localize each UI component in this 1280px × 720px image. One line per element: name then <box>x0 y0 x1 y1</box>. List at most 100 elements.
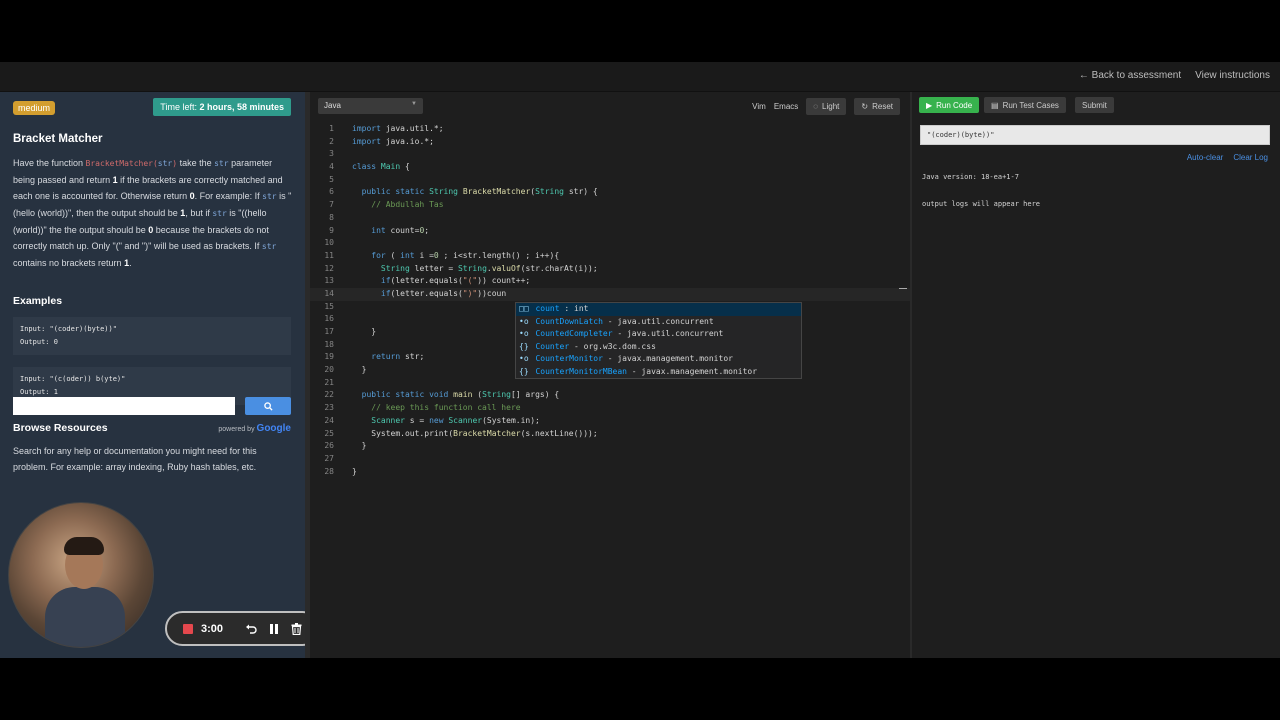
reset-button[interactable]: ↻ Reset <box>854 98 900 115</box>
line-number: 14 <box>324 288 334 298</box>
line-number: 17 <box>324 327 334 336</box>
code-line: 25 System.out.print(BracketMatcher(s.nex… <box>310 428 910 441</box>
view-instructions-link[interactable]: View instructions <box>1195 70 1270 81</box>
line-number: 5 <box>329 174 334 184</box>
auto-clear-link[interactable]: Auto-clear <box>1187 153 1223 162</box>
video-letterbox-top <box>0 0 1280 62</box>
autocomplete-item[interactable]: {} Counter - org.w3c.dom.css <box>516 341 801 354</box>
time-left-label: Time left: <box>160 102 200 112</box>
autocomplete-detail: : int <box>559 304 589 313</box>
autocomplete-item[interactable]: •o CountedCompleter - java.util.concurre… <box>516 328 801 341</box>
arg-code: str <box>262 192 277 201</box>
autocomplete-name: CounterMonitorMBean <box>535 366 627 376</box>
vim-mode-button[interactable]: Vim <box>752 102 766 111</box>
code-line: 5 <box>310 174 910 187</box>
submit-button[interactable]: Submit <box>1075 97 1114 113</box>
autocomplete-detail: - java.util.concurrent <box>612 329 724 338</box>
arg-code: str <box>214 159 229 168</box>
code-line: 4 class Main { <box>310 161 910 174</box>
autocomplete-detail: - javax.management.monitor <box>626 366 758 376</box>
pause-icon[interactable] <box>269 623 279 635</box>
webcam-avatar <box>8 502 154 648</box>
java-version-text: Java version: 18-ea+1-7 <box>922 173 1019 181</box>
browse-resources-heading: Browse Resources <box>13 422 108 434</box>
line-number: 28 <box>324 466 334 476</box>
autocomplete-detail: - java.util.concurrent <box>602 316 714 326</box>
line-number: 7 <box>329 200 334 210</box>
back-to-assessment-link[interactable]: ← Back to assessment <box>1079 70 1181 81</box>
line-number: 12 <box>324 263 334 273</box>
arg-code: str <box>261 242 277 251</box>
video-letterbox-bottom <box>0 658 1280 720</box>
run-code-button[interactable]: ▶ Run Code <box>919 97 980 113</box>
desc-text: Have the function <box>13 158 86 168</box>
code-line: 28} <box>310 466 910 479</box>
code-line: 9 int count=0; <box>310 225 910 238</box>
code-line: 13 if(letter.equals("(")) count++; <box>310 275 910 288</box>
avatar-hair <box>64 537 104 555</box>
examples-heading: Examples <box>13 295 63 307</box>
line-number: 4 <box>329 162 334 172</box>
line-number: 2 <box>329 136 334 146</box>
trash-icon[interactable] <box>291 622 302 635</box>
arg-code: str <box>157 159 173 168</box>
code-line: 27 <box>310 453 910 466</box>
class-icon: •o <box>519 354 529 363</box>
autocomplete-popup: □□ count : int •o CountDownLatch - java.… <box>515 302 802 379</box>
run-test-cases-button[interactable]: ▤ Run Test Cases <box>984 97 1066 113</box>
autocomplete-name: CountDownLatch <box>535 316 603 326</box>
code-line: 14 if(letter.equals(")"))coun <box>310 287 910 301</box>
code-line: 6 public static String BracketMatcher(St… <box>310 186 910 199</box>
variable-icon: □□ <box>519 304 529 313</box>
resource-search-input[interactable] <box>13 397 235 415</box>
code-line: 1 import java.util.*; <box>310 123 910 136</box>
interface-icon: {} <box>519 341 529 351</box>
difficulty-badge: medium <box>13 101 56 115</box>
line-number: 18 <box>324 339 334 349</box>
code-line: 26 } <box>310 440 910 453</box>
code-line: 24 Scanner s = new Scanner(System.in); <box>310 415 910 428</box>
code-area[interactable]: 1 import java.util.*; 2 import java.io.*; … <box>310 123 910 478</box>
line-number: 24 <box>324 415 334 425</box>
autocomplete-item[interactable]: •o CounterMonitor - javax.management.mon… <box>516 353 801 366</box>
line-number: 26 <box>324 441 334 451</box>
desc-text: . For example: If <box>194 191 263 201</box>
line-number: 27 <box>324 453 334 463</box>
clear-log-link[interactable]: Clear Log <box>1233 153 1268 162</box>
line-number: 8 <box>329 212 334 222</box>
autocomplete-name: Counter <box>535 341 570 351</box>
search-icon <box>263 401 273 411</box>
class-icon: •o <box>519 329 529 338</box>
code-line: 7 // Abdullah Tas <box>310 199 910 212</box>
example-input: Input: "(c(oder)) b(yte)" <box>20 375 126 383</box>
console-input-field[interactable]: "(coder)(byte))" <box>920 125 1270 145</box>
avatar-body <box>45 587 125 647</box>
example-output: Output: 0 <box>20 338 58 346</box>
desc-text: contains no brackets return <box>13 258 125 268</box>
code-line: 23 // keep this function call here <box>310 402 910 415</box>
console-links: Auto-clear Clear Log <box>1187 153 1268 162</box>
autocomplete-name: count <box>535 304 560 313</box>
autocomplete-item[interactable]: {} CounterMonitorMBean - javax.managemen… <box>516 366 801 379</box>
console-output: Java version: 18-ea+1-7 output logs will … <box>922 171 1040 211</box>
undo-icon[interactable] <box>245 623 257 635</box>
scrollbar-marker[interactable] <box>899 288 907 289</box>
autocomplete-detail: - org.w3c.dom.css <box>569 341 656 351</box>
class-icon: •o <box>519 316 529 326</box>
stop-recording-icon[interactable] <box>183 623 193 634</box>
time-left-value: 2 hours, 58 minutes <box>199 102 284 112</box>
autocomplete-item[interactable]: □□ count : int <box>516 303 801 316</box>
emacs-mode-button[interactable]: Emacs <box>774 102 798 111</box>
line-number: 21 <box>324 377 334 387</box>
resource-search-button[interactable] <box>245 397 291 415</box>
line-number: 19 <box>324 352 334 362</box>
language-select[interactable]: Java ▼ <box>318 98 423 114</box>
line-number: 16 <box>324 314 334 324</box>
line-number: 6 <box>329 187 334 197</box>
editor-toolbar: Vim Emacs ◌ Light ↻ Reset <box>752 98 900 115</box>
code-line: 2 import java.io.*; <box>310 136 910 149</box>
reset-label: Reset <box>872 102 893 111</box>
example-block: Input: "(coder)(byte))" Output: 0 <box>13 317 291 355</box>
autocomplete-item[interactable]: •o CountDownLatch - java.util.concurrent <box>516 316 801 329</box>
light-theme-button[interactable]: ◌ Light <box>806 98 847 115</box>
